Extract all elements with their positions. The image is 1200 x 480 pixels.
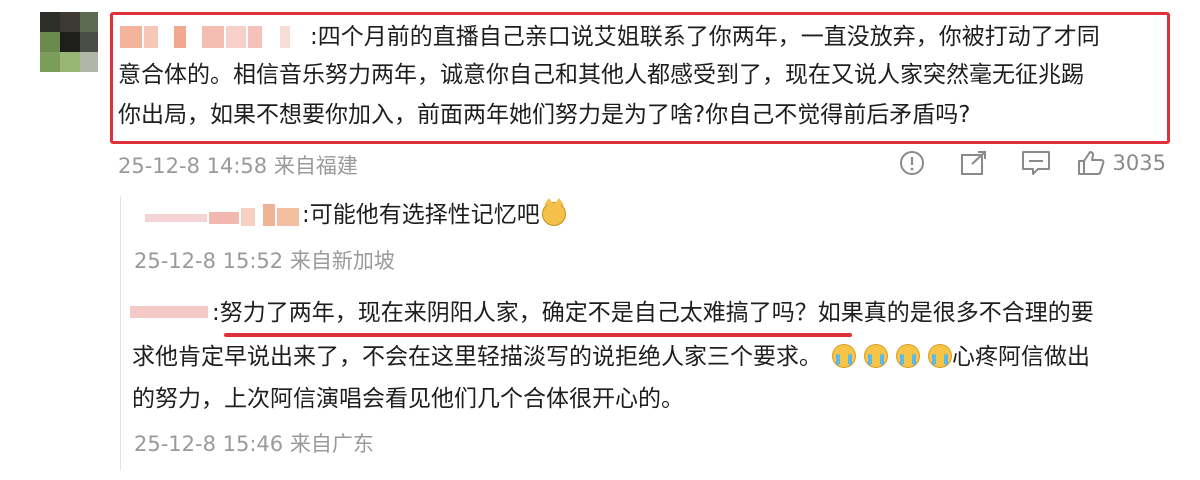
timestamp: 25-12-8 15:52 [134, 249, 284, 273]
timestamp: 25-12-8 15:46 [134, 432, 284, 456]
comment-text-line1: :四个月前的直播自己亲口说艾姐联系了你两年，一直没放弃，你被打动了才同 [310, 24, 1100, 50]
comment-thread: :四个月前的直播自己亲口说艾姐联系了你两年，一直没放弃，你被打动了才同 意合体的… [0, 0, 1200, 480]
reply-text-line1: :努力了两年，现在来阴阳人家，确定不是自己太难搞了吗？如果真的是很多不合理的要 [212, 300, 1094, 326]
comment-text-line2: 意合体的。相信音乐努力两年，诚意你自己和其他人都感受到了，现在又说人家突然毫无征… [118, 62, 1084, 88]
comment-meta: 25-12-8 14:58 来自福建 [118, 150, 358, 180]
reply-meta: 25-12-8 15:46 来自广东 [134, 428, 374, 458]
like-icon [1077, 151, 1104, 175]
avatar[interactable] [40, 12, 98, 72]
crying-emoji-icon [896, 344, 920, 368]
crying-emoji-icon [864, 344, 888, 368]
username-blurred[interactable] [120, 26, 300, 48]
highlight-underline [224, 333, 852, 337]
reply-text-line2: 求他肯定早说出来了，不会在这里轻描淡写的说拒绝人家三个要求。 心疼阿信做出 [132, 344, 1090, 370]
like-button[interactable]: 3035 [1077, 150, 1166, 176]
comment-icon[interactable] [1005, 146, 1067, 180]
thread-divider [120, 240, 121, 470]
reply-meta: 25-12-8 15:52 来自新加坡 [134, 245, 395, 275]
reply-username-blurred[interactable] [130, 300, 210, 322]
crying-emoji-icon [832, 344, 856, 368]
cat-emoji-icon [541, 198, 566, 226]
location: 来自广东 [289, 432, 374, 456]
comment-text-line3: 你出局，如果不想要你加入，前面两年她们努力是为了啥?你自己不觉得前后矛盾吗? [118, 102, 971, 128]
thread-divider [120, 196, 121, 240]
location: 来自新加坡 [289, 249, 395, 273]
timestamp: 25-12-8 14:58 [118, 154, 268, 178]
share-icon[interactable] [943, 146, 1005, 180]
reply-text: :可能他有选择性记忆吧 [302, 196, 566, 234]
crying-emoji-icon [928, 344, 952, 368]
comment-actions: 3035 [881, 146, 1166, 180]
reply-username-blurred[interactable] [145, 204, 305, 226]
like-count: 3035 [1112, 151, 1166, 175]
location: 来自福建 [273, 154, 358, 178]
report-icon[interactable] [881, 146, 943, 180]
reply-text-line3: 的努力，上次阿信演唱会看见他们几个合体很开心的。 [132, 386, 684, 412]
